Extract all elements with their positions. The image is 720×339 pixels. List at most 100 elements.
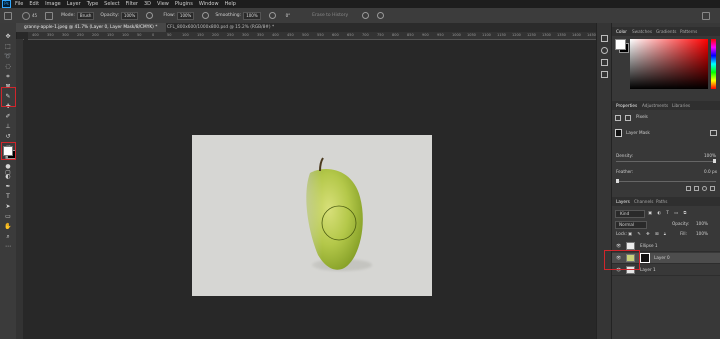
hand-tool-icon[interactable]: ✋ [4, 223, 12, 230]
angle-field[interactable]: 0° [284, 13, 293, 19]
layer-thumb-ellipse [626, 242, 635, 250]
mask-select-icon[interactable] [710, 130, 717, 136]
quick-select-tool-icon[interactable]: ◌ [4, 63, 12, 70]
brush-settings-panel-icon[interactable] [601, 47, 608, 54]
pressure-size-icon[interactable] [362, 12, 370, 19]
mask-fade [292, 165, 322, 275]
tab-patterns[interactable]: Patterns [680, 27, 697, 36]
menu-layer[interactable]: Layer [67, 0, 81, 8]
tab-color[interactable]: Color [616, 27, 627, 36]
hue-slider[interactable] [711, 39, 716, 89]
layer-filter-icons[interactable]: ▣ ◐ T ▭ ⧉ [648, 210, 708, 216]
brush-preset-icon[interactable] [22, 11, 30, 20]
type-tool-icon[interactable]: T [4, 193, 12, 200]
blend-mode-select[interactable]: Normal [615, 221, 647, 229]
layer-filter-kind: Kind [620, 211, 630, 216]
move-tool-icon[interactable]: ✥ [4, 33, 12, 40]
menu-plugins[interactable]: Plugins [175, 0, 193, 8]
pen-tool-icon[interactable]: ✒ [4, 183, 12, 190]
load-selection-icon[interactable] [694, 186, 699, 191]
path-select-tool-icon[interactable]: ➤ [4, 203, 12, 210]
menu-edit[interactable]: Edit [29, 0, 39, 8]
erase-to-history[interactable]: Erase to History [312, 13, 348, 18]
menu-type[interactable]: Type [87, 0, 98, 8]
tab-swatches[interactable]: Swatches [632, 27, 652, 36]
tab-paths[interactable]: Paths [656, 197, 667, 206]
density-slider[interactable] [616, 161, 716, 162]
mask-select-btn-icon[interactable] [686, 186, 691, 191]
menu-view[interactable]: View [157, 0, 169, 8]
tab-adjustments[interactable]: Adjustments [642, 101, 668, 110]
more-tools-icon[interactable]: ⋯ [4, 243, 12, 250]
zoom-tool-icon[interactable]: ⌕ [4, 233, 12, 240]
lasso-tool-icon[interactable]: ➰ [4, 53, 12, 60]
shape-tool-icon[interactable]: ▭ [4, 213, 12, 220]
history-panel-icon[interactable] [601, 35, 608, 42]
share-icon[interactable] [702, 11, 710, 20]
brush-settings-icon[interactable] [45, 11, 54, 20]
apple-image [292, 157, 372, 275]
foreground-color-front[interactable] [3, 146, 13, 156]
color-fg-front[interactable] [615, 39, 626, 50]
pressure-opacity-icon[interactable] [146, 12, 154, 19]
delete-mask-icon[interactable] [710, 186, 715, 191]
menu-window[interactable]: Window [199, 0, 219, 8]
brush-tool-icon[interactable]: ✐ [4, 113, 12, 120]
document-tabs: granny-apple-1.jpeg @ 41.7% (Layer 0, La… [16, 23, 610, 32]
history-brush-tool-icon[interactable]: ↺ [4, 133, 12, 140]
properties-panel-icon[interactable] [601, 59, 608, 66]
pixels-icon[interactable] [615, 115, 621, 121]
mask-icon[interactable] [625, 115, 631, 121]
libraries-panel-icon[interactable] [601, 71, 608, 78]
density-slider-knob[interactable] [713, 159, 716, 163]
menu-help[interactable]: Help [225, 0, 236, 8]
photoshop-logo[interactable]: Ps [2, 0, 11, 8]
smoothing-label: Smoothing: [215, 13, 242, 18]
menu-select[interactable]: Select [104, 0, 119, 8]
ruler-tick-label: 900 [422, 33, 429, 37]
smoothing-field[interactable]: 100% [243, 11, 261, 20]
filter-icons-glyphs: ▣ ◐ T ▭ ⧉ [648, 210, 689, 215]
fill-value[interactable]: 100% [696, 231, 708, 237]
airbrush-icon[interactable] [202, 12, 210, 19]
tab-properties[interactable]: Properties [616, 101, 637, 110]
flow-field[interactable]: 100% [176, 11, 195, 20]
layer-opacity-value[interactable]: 100% [696, 221, 708, 227]
layer-mask-thumbnail[interactable] [640, 253, 650, 263]
menu-bar: Ps File Edit Image Layer Type Select Fil… [0, 0, 720, 8]
color-panel-tabs: Color Swatches Gradients Patterns [612, 27, 720, 36]
marquee-tool-icon[interactable]: ⬚ [4, 43, 12, 50]
layer-name-layer0: Layer 0 [654, 255, 670, 260]
clone-stamp-tool-icon[interactable]: ⊥ [4, 123, 12, 130]
layer-filter-select[interactable]: Kind [615, 210, 645, 218]
tab-layers[interactable]: Layers [616, 197, 630, 206]
tab-channels[interactable]: Channels [634, 197, 653, 206]
symmetry-icon[interactable] [377, 12, 385, 19]
feather-slider-knob[interactable] [616, 179, 619, 183]
mode-select[interactable]: Brush [76, 11, 95, 20]
menu-3d[interactable]: 3D [144, 0, 151, 8]
menu-filter[interactable]: Filter [126, 0, 138, 8]
tab-libraries[interactable]: Libraries [672, 101, 690, 110]
ruler-tick-label: 450 [287, 33, 294, 37]
lock-icons[interactable]: ▣ ✎ ✥ ⊠ 🔒︎ [628, 231, 668, 237]
tool-preset-icon[interactable] [4, 11, 12, 20]
enable-mask-icon[interactable] [702, 186, 707, 191]
screen-mode-icon[interactable]: ▢ [4, 169, 12, 176]
menu-image[interactable]: Image [45, 0, 61, 8]
smoothing-settings-icon[interactable] [268, 12, 276, 19]
visibility-eye-icon[interactable]: 👁︎ [616, 243, 621, 249]
opacity-field[interactable]: 100% [120, 11, 139, 20]
crop-tool-icon[interactable]: ⌗ [4, 73, 12, 80]
feather-slider[interactable] [616, 181, 716, 182]
tab-cfl-psd[interactable]: CFL_800x600/1000x800.psd @ 15.2% (RGB/8#… [159, 23, 297, 32]
menu-file[interactable]: File [15, 0, 23, 8]
color-picker-field[interactable] [630, 39, 708, 89]
feather-value[interactable]: 0.0 px [704, 169, 717, 175]
tab-granny-apple[interactable]: granny-apple-1.jpeg @ 41.7% (Layer 0, La… [16, 23, 166, 32]
brush-size-value: 45 [32, 13, 38, 18]
properties-layer-mask-label: Layer Mask [626, 130, 650, 135]
document-canvas[interactable] [192, 135, 432, 296]
tab-gradients[interactable]: Gradients [656, 27, 676, 36]
ruler-tick-label: 1250 [527, 33, 536, 37]
